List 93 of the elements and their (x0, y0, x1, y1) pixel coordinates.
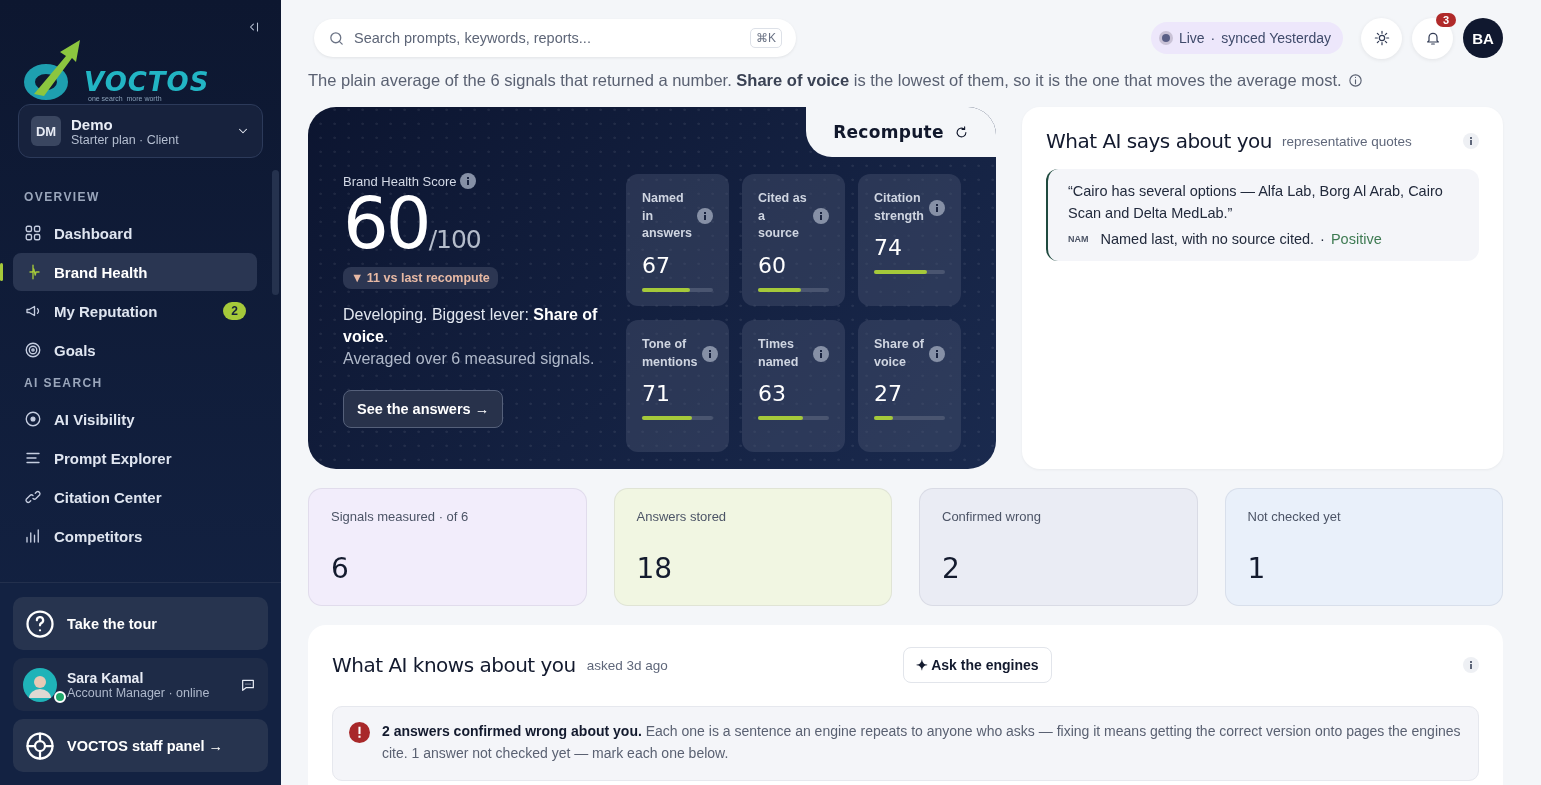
info-icon[interactable] (813, 345, 829, 362)
target-icon (24, 410, 42, 428)
manager-name: Sara Kamal (67, 669, 145, 686)
staff-panel-button[interactable]: VOCTOS staff panel → (13, 719, 268, 772)
score-label: Brand Health Score (343, 173, 457, 189)
user-avatar[interactable]: BA (1463, 18, 1503, 58)
count-badge: 2 (223, 302, 246, 320)
info-icon[interactable] (697, 208, 713, 225)
stat-value: 18 (636, 552, 674, 585)
quote-text: “Cairo has several options — Alfa Lab, Borg Al Arab, Cairo Scan and Delta MedLab.” (1068, 182, 1444, 223)
info-icon[interactable] (460, 173, 477, 189)
nav-item[interactable]: Citation Center (13, 478, 257, 516)
workspace-initials: DM (31, 116, 61, 146)
nav-item[interactable]: My Reputation 2 (13, 292, 257, 330)
signal-value: 71 (642, 381, 671, 406)
error-icon (349, 722, 370, 743)
nav-item[interactable]: Prompt Explorer (13, 439, 257, 477)
signal-value: 27 (874, 381, 903, 406)
stat-value: 2 (942, 552, 961, 585)
card-subtitle: representative quotes (1281, 133, 1413, 149)
score-delta: ▼ 11 vs last recompute (343, 267, 498, 289)
stat-label: Answers stored (636, 509, 728, 524)
nav-item[interactable]: Goals (13, 331, 257, 369)
score-max: /100 (428, 225, 481, 254)
signal-value: 67 (642, 252, 671, 278)
signal-label: Times named (758, 336, 800, 371)
score-value: 60 (343, 187, 429, 259)
summary-text: The plain average of the 6 signals that returned a number. Share of voice is the lowest of them, so it is the one that moves the average most. (308, 71, 1342, 90)
theme-button[interactable] (1361, 17, 1402, 59)
bar-chart-icon (24, 527, 42, 545)
info-icon[interactable] (1463, 133, 1479, 149)
nav-item[interactable]: Dashboard (13, 214, 257, 252)
grid-icon (24, 224, 42, 242)
info-icon[interactable] (813, 208, 829, 225)
signal-label: Named in answers (642, 190, 693, 242)
collapse-icon (247, 20, 261, 34)
stat-value: 1 (1247, 552, 1267, 585)
workspace-name: Demo (71, 115, 114, 133)
lifebuoy-icon (25, 730, 55, 761)
card-title: What AI knows about you (332, 653, 576, 677)
sun-icon (1373, 30, 1390, 46)
stat-label: Not checked yet (1247, 509, 1342, 524)
score-note: Averaged over 6 measured signals. (343, 349, 595, 368)
account-manager-card[interactable]: Sara Kamal Account Manager · online (13, 658, 268, 711)
target-icon (24, 341, 42, 359)
info-icon[interactable] (1463, 657, 1479, 673)
question-icon (25, 608, 55, 639)
nav-section-heading: AI SEARCH (23, 375, 104, 392)
info-icon (1347, 73, 1363, 88)
stat-value: 6 (331, 552, 350, 585)
refresh-icon (953, 124, 969, 140)
verdict-text: Developing. Biggest lever: Share of voice. (343, 305, 599, 348)
signal-label: Share of voice (874, 336, 925, 371)
avatar-icon (23, 667, 57, 702)
live-indicator (1158, 31, 1173, 45)
card-title: What AI says about you (1046, 129, 1272, 153)
nav-section-heading: OVERVIEW (23, 189, 101, 206)
signal-label: Citation strength (874, 190, 925, 225)
signal-label: Tone of mentions (642, 336, 698, 371)
signal-value: 60 (758, 252, 787, 278)
sentiment-label: Positive (1330, 230, 1382, 247)
manager-role: Account Manager · online (67, 685, 211, 700)
search-icon (328, 30, 345, 47)
stat-label: Signals measured · of 6 (331, 509, 470, 524)
signal-label: Cited as a source (758, 190, 808, 242)
nav-item[interactable]: Competitors (13, 517, 257, 555)
notification-count: 3 (1435, 12, 1456, 27)
shortcut-hint: ⌘K (750, 28, 782, 48)
sync-time: synced Yesterday (1221, 30, 1331, 46)
bell-icon (1424, 30, 1441, 46)
asked-time: asked 3d ago (586, 657, 669, 673)
workspace-plan: Starter plan · Client (71, 132, 180, 147)
quote-note: Named last, with no source cited. (1100, 230, 1315, 247)
scrollbar-thumb[interactable] (272, 170, 279, 295)
stat-label: Confirmed wrong (942, 509, 1042, 524)
signal-value: 74 (874, 235, 903, 260)
active-marker (0, 263, 3, 281)
info-icon[interactable] (701, 345, 718, 362)
separator-dot: · (1320, 230, 1325, 247)
ask-engines-button[interactable]: ✦ Ask the engines (902, 647, 1052, 683)
signal-value: 63 (758, 381, 787, 406)
info-icon[interactable] (929, 199, 945, 216)
nav-item[interactable]: AI Visibility (13, 400, 257, 438)
logo-wordmark: VOCTOS (84, 69, 210, 95)
link-icon (24, 488, 42, 506)
recompute-button[interactable]: Recompute (806, 107, 996, 157)
quote-tag: NAM (1068, 233, 1089, 244)
live-label: Live (1178, 30, 1205, 46)
alert-text: 2 answers confirmed wrong about you. Each one is a sentence an engine repeats to anyone who asks — fixing it means getting the correct version onto pages the engines cite. 1 answer not checked yet — mark each one below. (382, 722, 1462, 764)
tour-button[interactable]: Take the tour (13, 597, 268, 650)
info-icon[interactable] (929, 345, 945, 362)
see-answers-button[interactable]: See the answers → (343, 389, 504, 428)
separator-dot: · (1210, 30, 1216, 46)
